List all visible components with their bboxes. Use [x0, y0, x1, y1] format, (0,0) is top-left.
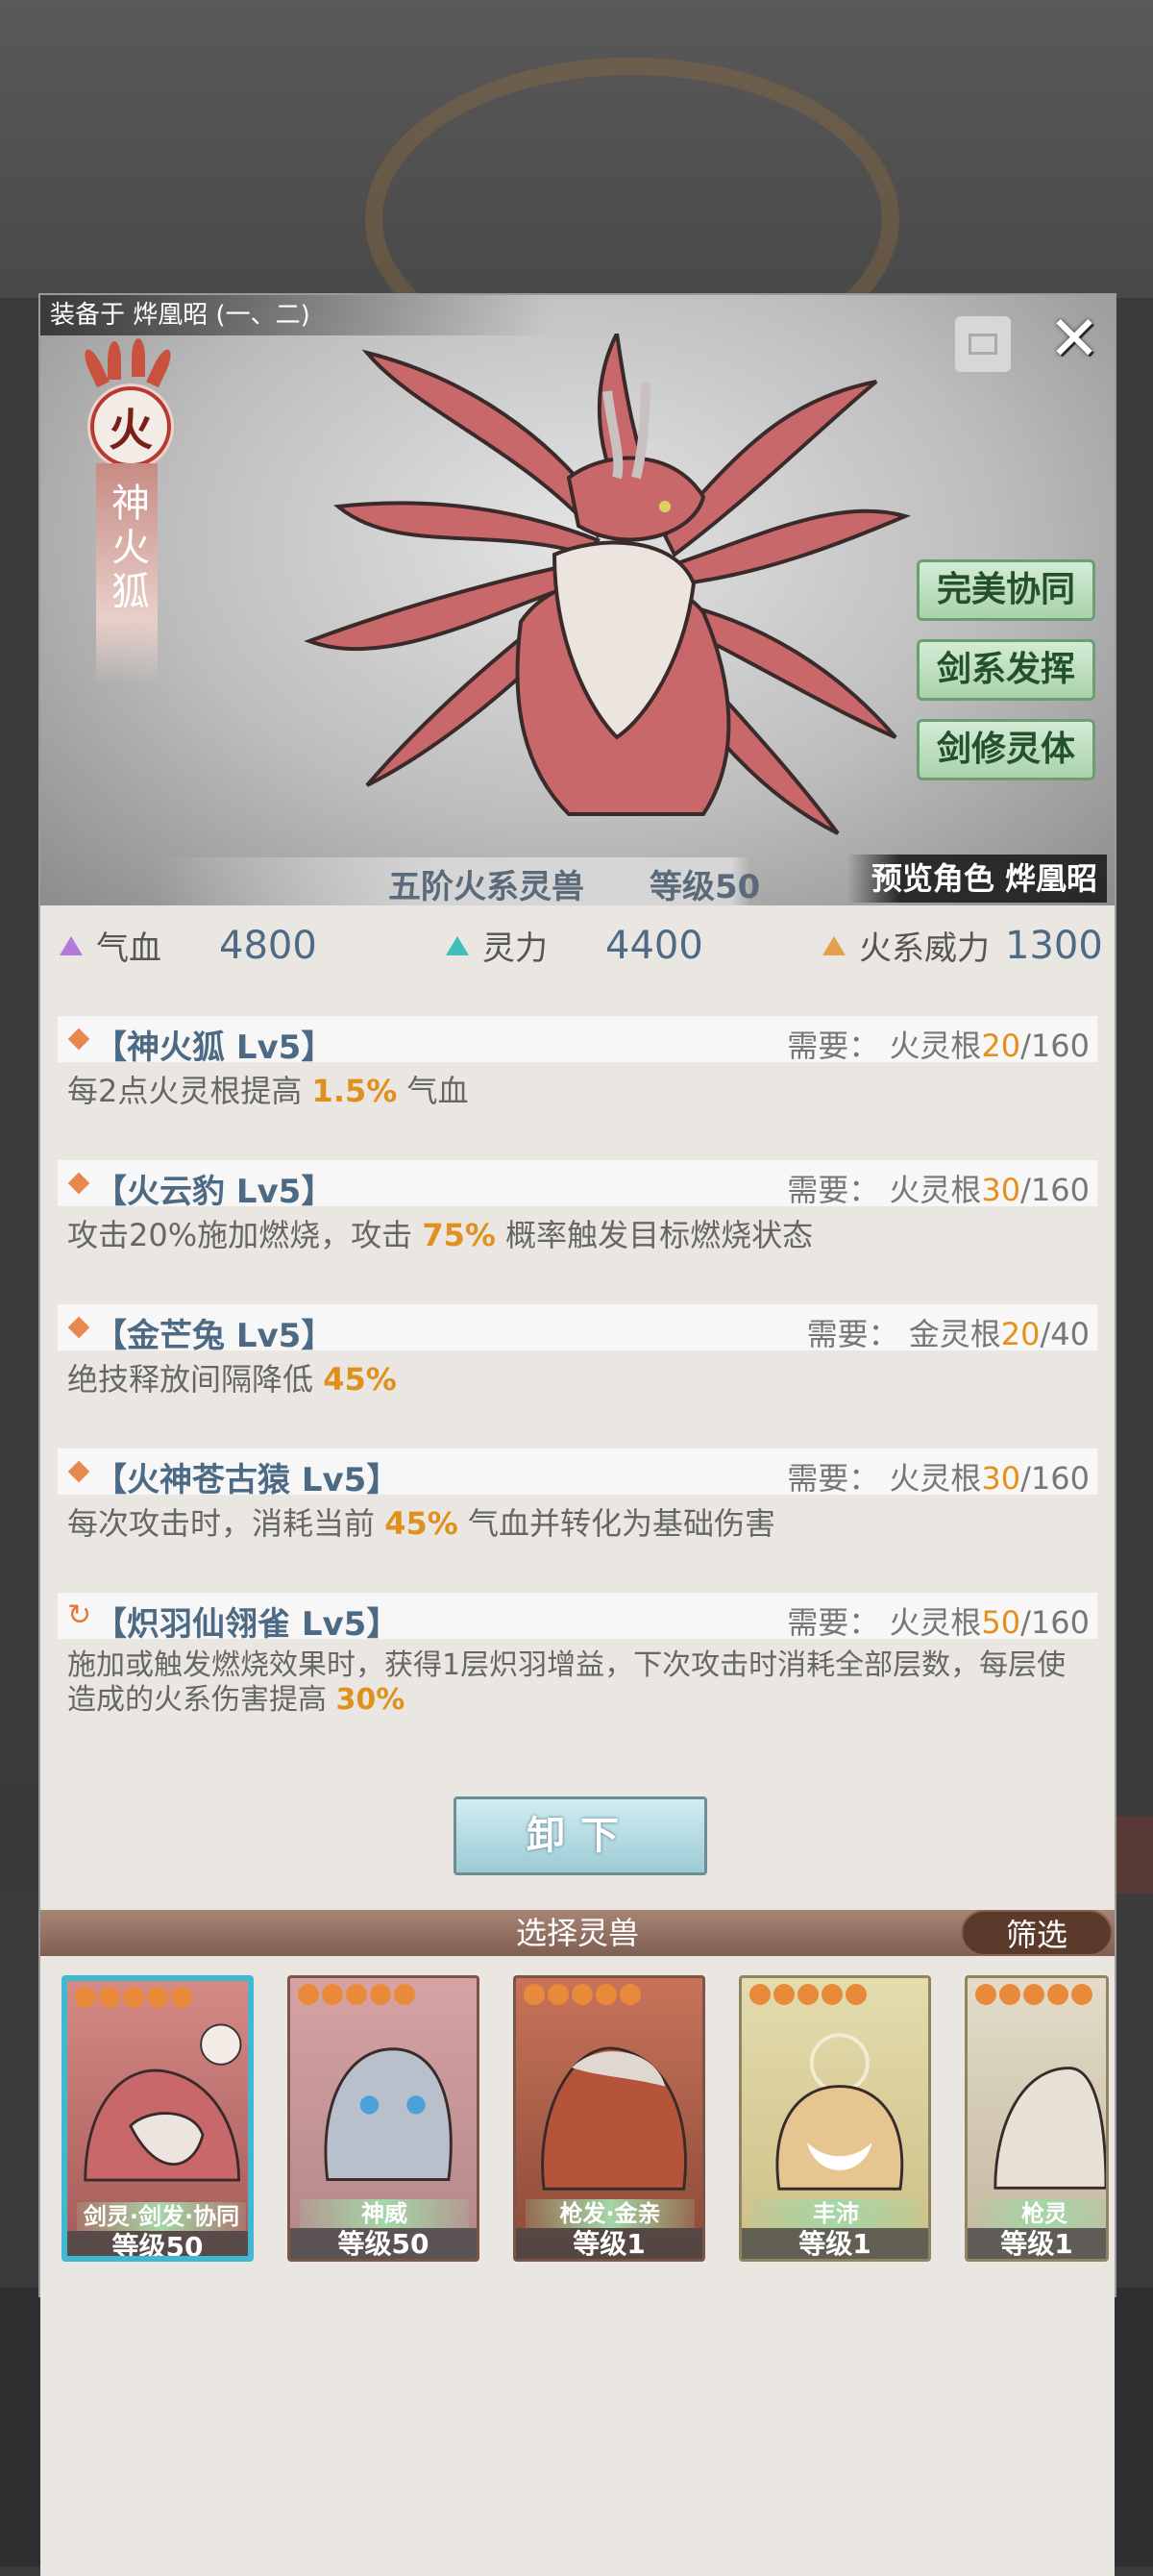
- skill-header: 【神火狐 Lv5】 需要： 火灵根20/160: [58, 1016, 1097, 1067]
- beast-card-tag: 剑灵·剑发·协同: [77, 2202, 246, 2231]
- star-rating: [298, 1984, 415, 2005]
- skill-title: 【火神苍古猿 Lv5】: [94, 1461, 400, 1499]
- beast-card-tag: 神威: [300, 2199, 469, 2228]
- stat-label: 气血: [96, 929, 161, 968]
- beast-card-level: 等级1: [742, 2228, 928, 2259]
- beast-detail-panel: 装备于 烨凰昭 (一、二) 火 神火狐 ✕ 完美协同 剑系发挥 剑修灵体 五阶火…: [38, 293, 1116, 2576]
- flame-icon: [132, 338, 145, 377]
- skill-header: 【火神苍古猿 Lv5】 需要： 火灵根30/160: [58, 1449, 1097, 1499]
- beast-card[interactable]: 神威 等级50: [287, 1975, 479, 2262]
- skill-description: 每次攻击时，消耗当前 45% 气血并转化为基础伤害: [67, 1505, 775, 1542]
- background-left-strip: [0, 1778, 38, 1894]
- skill-header: 【金芒兔 Lv5】 需要： 金灵根20/40: [58, 1304, 1097, 1355]
- stat-fire-power: 火系威力 1300: [822, 922, 1103, 969]
- beast-name-ribbon: 神火狐: [96, 463, 158, 684]
- beast-card-tag: 丰沛: [751, 2199, 920, 2228]
- skill-description: 施加或触发燃烧效果时，获得1层炽羽增益，下次攻击时消耗全部层数，每层使造成的火系…: [67, 1648, 1067, 1717]
- close-icon[interactable]: ✕: [1040, 305, 1109, 374]
- flame-icon: [146, 346, 175, 388]
- beast-card-level: 等级1: [516, 2228, 702, 2259]
- stat-mana: 灵力 4400: [446, 922, 703, 969]
- nine-tailed-fox-illustration: [304, 334, 911, 835]
- beast-card[interactable]: 剑灵·剑发·协同 等级50: [61, 1975, 254, 2262]
- beast-hero-area: 装备于 烨凰昭 (一、二) 火 神火狐 ✕ 完美协同 剑系发挥 剑修灵体 五阶火…: [40, 295, 1115, 905]
- trait-button-sword-body[interactable]: 剑修灵体: [917, 719, 1095, 780]
- skill-header: ↻ 【炽羽仙翎雀 Lv5】 需要： 火灵根50/160: [58, 1593, 1097, 1644]
- unequip-button[interactable]: 卸下: [454, 1796, 707, 1875]
- flame-icon: [108, 341, 121, 380]
- refresh-ring-icon: ↻: [67, 1598, 92, 1632]
- skill-entry: 【神火狐 Lv5】 需要： 火灵根20/160 每2点火灵根提高 1.5% 气血: [58, 1016, 1097, 1110]
- skill-requirement: 需要： 火灵根30/160: [787, 1172, 1090, 1208]
- skill-requirement: 需要： 火灵根20/160: [787, 1028, 1090, 1064]
- star-rating: [749, 1984, 867, 2005]
- beast-name: 神火狐: [105, 483, 149, 615]
- diamond-icon: [67, 1172, 90, 1195]
- fire-fox-portrait: [84, 2023, 242, 2182]
- select-beast-title: 选择灵兽: [515, 1915, 639, 1951]
- skill-title: 【神火狐 Lv5】: [94, 1028, 334, 1067]
- skill-description: 攻击20%施加燃烧，攻击 75% 概率触发目标燃烧状态: [67, 1217, 814, 1253]
- white-beast-portrait: [994, 2067, 1106, 2190]
- skill-requirement: 需要： 金灵根20/40: [806, 1316, 1090, 1352]
- flame-icon: [81, 346, 110, 388]
- diamond-icon: [67, 1460, 90, 1483]
- skill-header: 【火云豹 Lv5】 需要： 火灵根30/160: [58, 1160, 1097, 1211]
- beast-card-level: 等级50: [290, 2228, 477, 2259]
- fire-ape-portrait: [541, 2046, 687, 2191]
- beast-card[interactable]: 丰沛 等级1: [739, 1975, 931, 2262]
- golden-rabbit-portrait: [775, 2033, 904, 2191]
- stat-value: 1300: [1005, 923, 1103, 968]
- beast-card[interactable]: 枪发·金亲 等级1: [513, 1975, 705, 2262]
- triangle-icon: [60, 935, 83, 955]
- skill-requirement: 需要： 火灵根30/160: [787, 1460, 1090, 1497]
- spirit-cat-portrait: [324, 2047, 453, 2181]
- skill-entry: 【火神苍古猿 Lv5】 需要： 火灵根30/160 每次攻击时，消耗当前 45%…: [58, 1449, 1097, 1543]
- beast-stats-row: 气血 4800 灵力 4400 火系威力 1300: [40, 910, 1115, 979]
- stat-label: 灵力: [482, 929, 548, 968]
- filter-button[interactable]: 筛选: [961, 1910, 1113, 1956]
- beast-card[interactable]: 枪灵 等级1: [965, 1975, 1109, 2262]
- triangle-icon: [822, 935, 846, 955]
- star-rating: [75, 1987, 192, 2008]
- fire-element-badge: 火: [90, 386, 171, 467]
- skill-requirement: 需要： 火灵根50/160: [787, 1604, 1090, 1641]
- stat-label: 火系威力: [859, 929, 990, 968]
- skill-entry: ↻ 【炽羽仙翎雀 Lv5】 需要： 火灵根50/160 施加或触发燃烧效果时，获…: [58, 1593, 1097, 1718]
- preview-character: 预览角色 烨凰昭: [847, 855, 1107, 903]
- storage-box-icon[interactable]: [955, 316, 1011, 372]
- star-rating: [975, 1984, 1092, 2005]
- skill-description: 绝技释放间隔降低 45%: [67, 1361, 397, 1398]
- diamond-icon: [67, 1028, 90, 1051]
- skill-entry: 【火云豹 Lv5】 需要： 火灵根30/160 攻击20%施加燃烧，攻击 75%…: [58, 1160, 1097, 1254]
- beast-card-list: 剑灵·剑发·协同 等级50 神威 等级50 枪发·金亲 等级1 丰沛 等级1 枪…: [40, 1956, 1115, 2576]
- trait-button-perfect-synergy[interactable]: 完美协同: [917, 559, 1095, 621]
- beast-card-level: 等级1: [968, 2228, 1106, 2259]
- star-rating: [524, 1984, 641, 2005]
- skill-title: 【炽羽仙翎雀 Lv5】: [94, 1605, 400, 1644]
- equipped-by-label: 装备于 烨凰昭 (一、二): [40, 295, 550, 335]
- beast-card-level: 等级50: [67, 2231, 248, 2256]
- triangle-icon: [446, 935, 469, 955]
- skill-entry: 【金芒兔 Lv5】 需要： 金灵根20/40 绝技释放间隔降低 45%: [58, 1304, 1097, 1399]
- beast-tier-level: 五阶火系灵兽 等级50: [388, 868, 761, 905]
- beast-card-tag: 枪发·金亲: [526, 2199, 695, 2228]
- diamond-icon: [67, 1316, 90, 1339]
- stat-hp: 气血 4800: [60, 922, 317, 969]
- skill-description: 每2点火灵根提高 1.5% 气血: [67, 1073, 469, 1109]
- stat-value: 4400: [605, 923, 703, 968]
- trait-button-sword-boost[interactable]: 剑系发挥: [917, 639, 1095, 701]
- beast-card-tag: 枪灵: [977, 2199, 1106, 2228]
- skill-title: 【火云豹 Lv5】: [94, 1173, 334, 1211]
- background-right-strip: [1115, 1817, 1153, 1894]
- stat-value: 4800: [219, 923, 317, 968]
- skill-title: 【金芒兔 Lv5】: [94, 1317, 334, 1355]
